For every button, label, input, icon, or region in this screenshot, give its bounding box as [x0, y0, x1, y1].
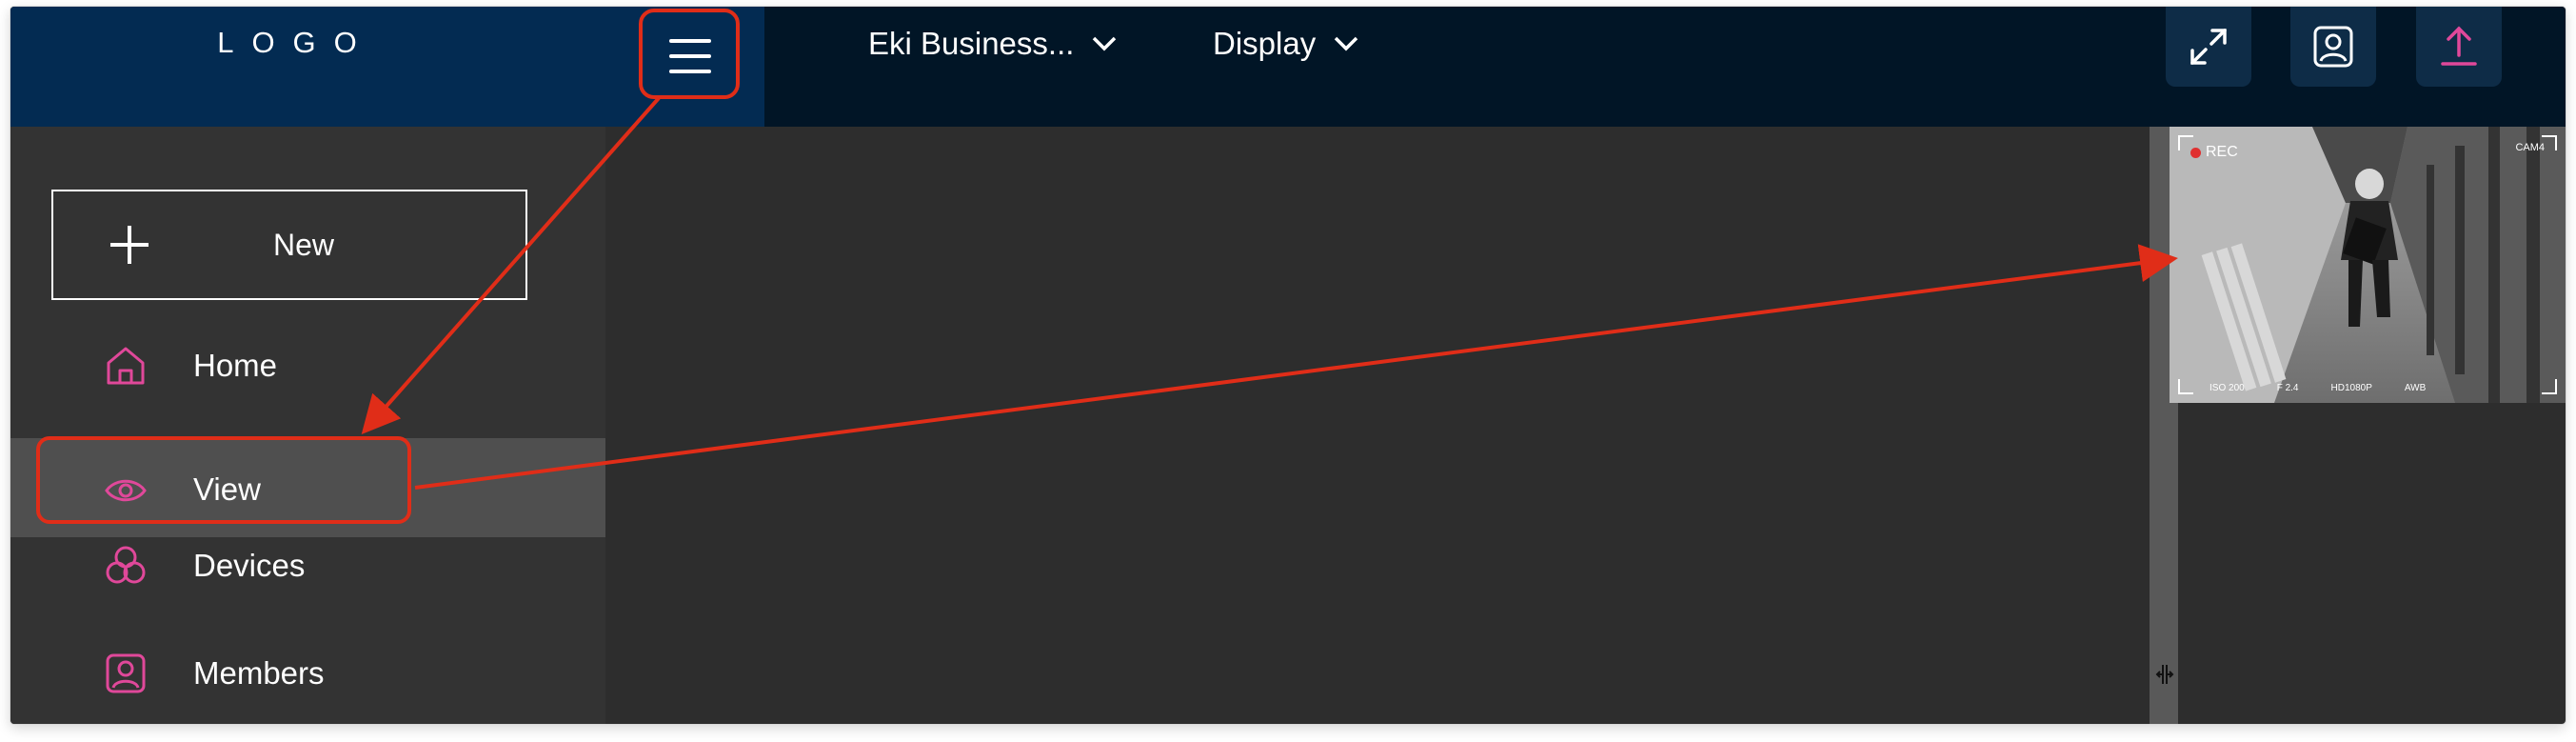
sidebar-item-home[interactable]: Home: [10, 317, 605, 412]
members-icon: [106, 653, 146, 693]
hamburger-menu-button[interactable]: [639, 9, 740, 99]
fullscreen-button[interactable]: [2166, 7, 2251, 87]
top-bar: LOGO Eki Business... Display: [10, 7, 2566, 127]
camera-id: CAM4: [2515, 142, 2545, 153]
user-icon: [2313, 26, 2353, 68]
sidebar-item-devices[interactable]: Devices: [10, 517, 605, 612]
sidebar-item-label: Devices: [193, 548, 306, 583]
sidebar: New Home View Devices Members: [10, 127, 605, 724]
sidebar-item-label: Home: [193, 348, 278, 383]
business-dropdown-label: Eki Business...: [868, 26, 1075, 61]
display-dropdown-label: Display: [1213, 26, 1317, 61]
new-button-label: New: [272, 228, 334, 262]
menu-icon: [669, 39, 711, 43]
business-dropdown[interactable]: Eki Business...: [868, 26, 1118, 62]
camera-osd: ISO 200 F 2.4 HD1080P AWB: [2209, 383, 2427, 393]
display-dropdown[interactable]: Display: [1213, 26, 1359, 62]
sidebar-item-label: View: [193, 471, 261, 507]
eye-icon: [105, 479, 147, 502]
rec-indicator: REC: [2190, 144, 2238, 161]
expand-icon: [2190, 29, 2227, 65]
app-window: LOGO Eki Business... Display New Home Vi…: [10, 7, 2566, 724]
camera-feed-tile[interactable]: REC CAM4 ISO 200 F 2.4 HD1080P AWB: [2170, 127, 2566, 403]
chevron-down-icon: [1093, 36, 1117, 51]
upload-button[interactable]: [2416, 7, 2502, 87]
camera-feed-image: [2170, 127, 2566, 403]
upload-icon: [2441, 26, 2477, 66]
sidebar-item-members[interactable]: Members: [10, 625, 605, 720]
chevron-down-icon: [1334, 36, 1358, 51]
logo: LOGO: [217, 26, 375, 59]
drag-handle-icon[interactable]: [2155, 664, 2174, 685]
sidebar-item-label: Members: [193, 655, 325, 691]
logo-area: LOGO: [10, 7, 764, 127]
new-button[interactable]: New: [51, 190, 527, 300]
devices-icon: [106, 546, 146, 584]
home-icon: [107, 347, 145, 385]
profile-button[interactable]: [2290, 7, 2376, 87]
